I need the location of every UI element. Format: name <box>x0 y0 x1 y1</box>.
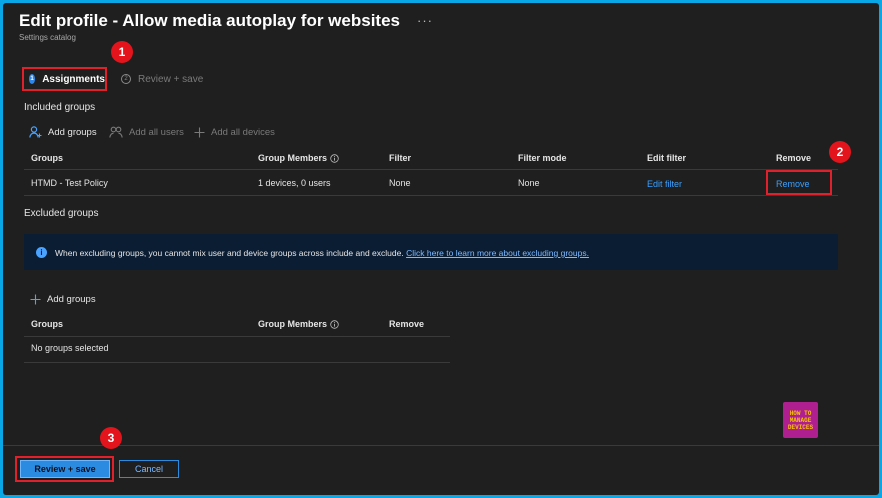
htmd-logo: HOW TO MANAGE DEVICES <box>783 402 818 438</box>
step-assignments[interactable]: 1 Assignments <box>22 67 107 91</box>
banner-text: When excluding groups, you cannot mix us… <box>55 248 404 258</box>
users-icon <box>109 126 123 138</box>
step-review-save[interactable]: 2 Review + save <box>121 67 203 91</box>
add-excluded-groups-button[interactable]: Add groups <box>30 292 96 306</box>
logo-line: HOW TO <box>789 409 812 417</box>
column-header-group-members: Group Members <box>258 153 339 163</box>
more-options-icon[interactable]: ··· <box>417 13 433 28</box>
cell-filter-mode: None <box>518 178 540 188</box>
step-label: Review + save <box>138 73 204 85</box>
step-number-icon: 1 <box>29 74 36 84</box>
logo-line: DEVICES <box>787 423 814 431</box>
column-header-groups: Groups <box>31 319 64 329</box>
remove-link[interactable]: Remove <box>776 179 810 189</box>
cell-group-name: HTMD - Test Policy <box>31 178 108 188</box>
column-header-remove: Remove <box>776 153 812 163</box>
add-groups-button[interactable]: Add groups <box>29 125 97 139</box>
review-save-button[interactable]: Review + save <box>20 460 110 478</box>
column-header-groups: Groups <box>31 153 64 163</box>
callout-badge-2: 2 <box>829 141 851 163</box>
column-header-filter: Filter <box>389 153 412 163</box>
column-header-label: Group Members <box>258 319 328 329</box>
column-header-group-members: Group Members <box>258 319 339 329</box>
edit-profile-blade: Edit profile - Allow media autoplay for … <box>3 3 879 495</box>
info-icon <box>330 153 339 163</box>
add-all-devices-button[interactable]: Add all devices <box>194 125 275 139</box>
table-divider <box>24 362 450 363</box>
column-header-edit-filter: Edit filter <box>647 153 687 163</box>
cell-group-members: 1 devices, 0 users <box>258 178 331 188</box>
edit-filter-link[interactable]: Edit filter <box>647 179 682 189</box>
add-group-icon <box>29 126 42 138</box>
page-title: Edit profile - Allow media autoplay for … <box>19 11 400 30</box>
footer-divider <box>3 445 879 446</box>
info-icon <box>330 319 339 329</box>
info-icon: i <box>36 247 47 258</box>
add-groups-label: Add groups <box>47 293 96 305</box>
logo-line: MANAGE <box>789 416 812 424</box>
add-all-users-button[interactable]: Add all users <box>109 125 184 139</box>
add-groups-label: Add groups <box>48 126 97 138</box>
callout-badge-1: 1 <box>111 41 133 63</box>
learn-more-link[interactable]: Click here to learn more about excluding… <box>406 248 589 258</box>
plus-icon <box>30 294 41 305</box>
included-groups-heading: Included groups <box>24 102 96 113</box>
table-divider <box>24 195 838 196</box>
table-divider <box>24 169 838 170</box>
callout-badge-3: 3 <box>100 427 122 449</box>
column-header-filter-mode: Filter mode <box>518 153 567 163</box>
page-subtitle: Settings catalog <box>19 33 76 42</box>
plus-icon <box>194 127 205 138</box>
excluded-groups-heading: Excluded groups <box>24 208 99 219</box>
add-all-devices-label: Add all devices <box>211 126 275 138</box>
cell-filter: None <box>389 178 411 188</box>
column-header-remove: Remove <box>389 319 425 329</box>
step-label: Assignments <box>42 73 105 85</box>
add-all-users-label: Add all users <box>129 126 184 138</box>
banner-message: When excluding groups, you cannot mix us… <box>55 248 589 258</box>
cancel-button[interactable]: Cancel <box>119 460 179 478</box>
empty-state-text: No groups selected <box>31 343 109 353</box>
column-header-label: Group Members <box>258 153 328 163</box>
step-number-icon: 2 <box>121 74 131 84</box>
table-divider <box>24 336 450 337</box>
